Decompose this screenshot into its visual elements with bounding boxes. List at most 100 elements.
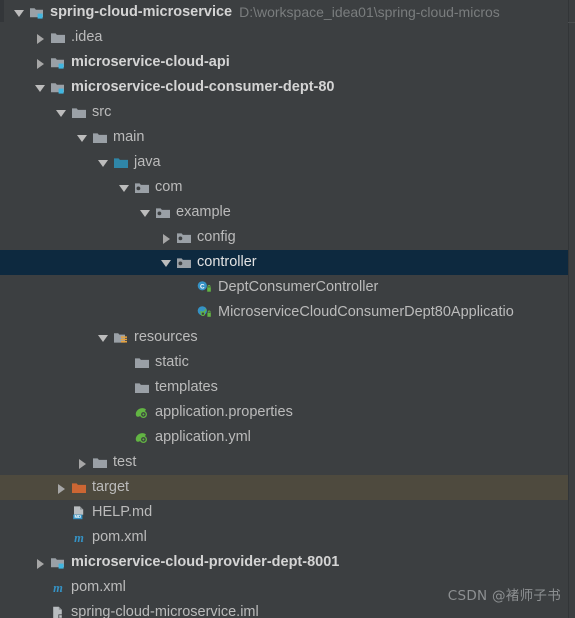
chevron-down-icon[interactable] [54, 100, 70, 125]
arrow-placeholder [33, 575, 49, 600]
tree-row[interactable]: application.properties [0, 400, 568, 425]
chevron-right-icon[interactable] [33, 50, 49, 75]
tree-row[interactable]: MD HELP.md [0, 500, 568, 525]
markdown-file-icon: MD [70, 500, 88, 525]
tree-row[interactable]: controller [0, 250, 568, 275]
tree-row-label: static [155, 354, 189, 370]
chevron-right-icon[interactable] [54, 475, 70, 500]
spring-config-file-icon [133, 425, 151, 450]
folder-icon [70, 100, 88, 125]
tree-row-label: resources [134, 329, 198, 345]
folder-icon [91, 125, 109, 150]
tree-row-label: microservice-cloud-consumer-dept-80 [71, 79, 335, 95]
tree-row-label: pom.xml [92, 529, 147, 545]
tree-row[interactable]: resources [0, 325, 568, 350]
tree-row-label: HELP.md [92, 504, 153, 520]
maven-pom-icon: m [49, 575, 67, 600]
tree-row[interactable]: main [0, 125, 568, 150]
arrow-placeholder [117, 350, 133, 375]
tree-row-label: application.yml [155, 429, 251, 445]
arrow-placeholder [33, 600, 49, 618]
excluded-folder-icon [70, 475, 88, 500]
tree-row[interactable]: spring-cloud-microservice D:\workspace_id… [0, 0, 568, 25]
folder-icon [49, 25, 67, 50]
tree-row[interactable]: test [0, 450, 568, 475]
chevron-right-icon[interactable] [33, 550, 49, 575]
module-folder-icon [49, 75, 67, 100]
chevron-down-icon[interactable] [138, 200, 154, 225]
folder-icon [91, 450, 109, 475]
arrow-placeholder [117, 425, 133, 450]
tree-row-label: src [92, 104, 112, 120]
tree-row-label: MicroserviceCloudConsumerDept80Applicati… [218, 304, 514, 320]
module-folder-icon [28, 0, 46, 25]
chevron-right-icon[interactable] [75, 450, 91, 475]
folder-icon [133, 375, 151, 400]
module-folder-icon [49, 550, 67, 575]
chevron-down-icon[interactable] [117, 175, 133, 200]
tree-row[interactable]: C DeptConsumerController [0, 275, 568, 300]
csdn-watermark: CSDN @褚师子书 [447, 588, 561, 604]
arrow-placeholder [54, 500, 70, 525]
project-tree-list[interactable]: spring-cloud-microservice D:\workspace_id… [0, 0, 568, 618]
tree-row[interactable]: target [0, 475, 568, 500]
tree-row[interactable]: microservice-cloud-api [0, 50, 568, 75]
chevron-right-icon[interactable] [159, 225, 175, 250]
tree-row[interactable]: microservice-cloud-provider-dept-8001 [0, 550, 568, 575]
chevron-down-icon[interactable] [96, 150, 112, 175]
tree-row-label: controller [197, 254, 257, 270]
tree-row[interactable]: m pom.xml [0, 525, 568, 550]
tree-row[interactable]: templates [0, 375, 568, 400]
tree-row[interactable]: MicroserviceCloudConsumerDept80Applicati… [0, 300, 568, 325]
tree-row[interactable]: src [0, 100, 568, 125]
tree-row-label: com [155, 179, 183, 195]
tree-row[interactable]: java [0, 150, 568, 175]
chevron-right-icon[interactable] [33, 25, 49, 50]
tree-row[interactable]: application.yml [0, 425, 568, 450]
package-icon [175, 225, 193, 250]
tree-row-label: microservice-cloud-api [71, 54, 230, 70]
tree-row-label: templates [155, 379, 218, 395]
chevron-down-icon[interactable] [12, 0, 28, 25]
tree-row-label: spring-cloud-microservice.iml [71, 604, 259, 618]
arrow-placeholder [54, 525, 70, 550]
tree-row[interactable]: .idea [0, 25, 568, 50]
resource-root-folder-icon [112, 325, 130, 350]
project-tool-window[interactable]: spring-cloud-microservice D:\workspace_id… [0, 0, 575, 618]
tree-row[interactable]: example [0, 200, 568, 225]
chevron-down-icon[interactable] [96, 325, 112, 350]
spring-config-file-icon [133, 400, 151, 425]
tree-row[interactable]: config [0, 225, 568, 250]
svg-text:m: m [53, 581, 63, 595]
tree-row[interactable]: microservice-cloud-consumer-dept-80 [0, 75, 568, 100]
tree-row[interactable]: static [0, 350, 568, 375]
package-icon [133, 175, 151, 200]
chevron-down-icon[interactable] [33, 75, 49, 100]
chevron-down-icon[interactable] [159, 250, 175, 275]
tree-row-label: java [134, 154, 161, 170]
spring-boot-class-icon [196, 300, 214, 325]
tree-row-label: spring-cloud-microservice [50, 4, 233, 20]
tree-row-label: microservice-cloud-provider-dept-8001 [71, 554, 340, 570]
tree-row[interactable]: com [0, 175, 568, 200]
chevron-down-icon[interactable] [75, 125, 91, 150]
package-icon [175, 250, 193, 275]
